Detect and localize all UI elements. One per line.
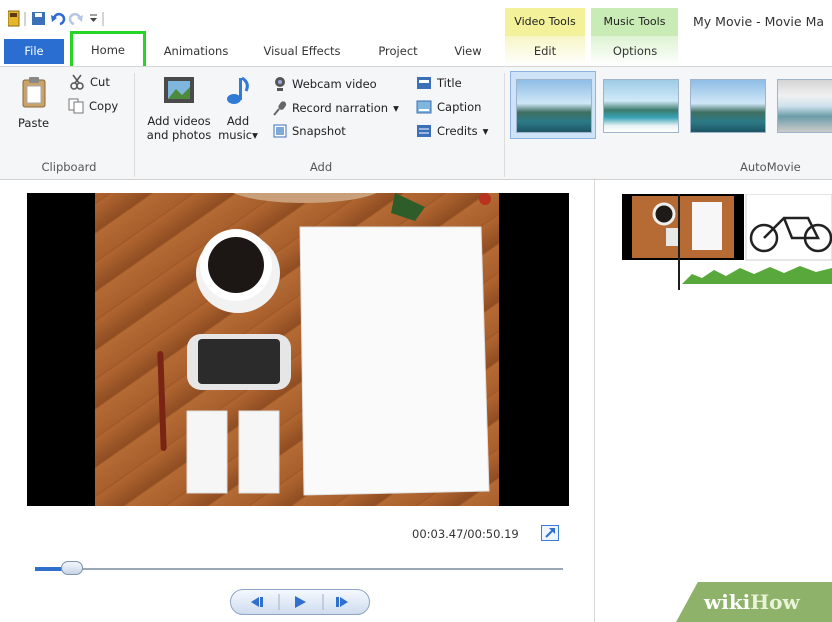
video-tools-header: Video Tools bbox=[505, 8, 585, 36]
webcam-video-label: Webcam video bbox=[292, 77, 377, 91]
microphone-icon bbox=[273, 101, 287, 116]
paper-sheet bbox=[299, 226, 490, 496]
tab-home[interactable]: Home bbox=[70, 31, 146, 69]
bowl-shape bbox=[233, 193, 377, 203]
watermark-how: How bbox=[750, 590, 800, 614]
tab-visual-effects[interactable]: Visual Effects bbox=[256, 40, 348, 62]
automovie-theme-thumbnail[interactable] bbox=[690, 79, 766, 133]
webcam-video-button[interactable]: Webcam video bbox=[273, 76, 377, 92]
add-videos-label-2: and photos bbox=[146, 128, 212, 142]
preview-image bbox=[157, 193, 491, 496]
paste-button[interactable]: Paste bbox=[18, 75, 50, 130]
playback-controls bbox=[230, 589, 370, 615]
tab-options[interactable]: Options bbox=[603, 40, 667, 62]
caption-button[interactable]: Caption bbox=[416, 100, 481, 114]
coffee bbox=[208, 237, 264, 293]
paste-icon bbox=[22, 77, 46, 108]
clip-phone bbox=[666, 228, 680, 246]
tab-edit[interactable]: Edit bbox=[518, 40, 572, 62]
record-narration-label: Record narration bbox=[292, 101, 389, 115]
window-title: My Movie - Movie Ma bbox=[693, 14, 825, 29]
add-videos-button[interactable]: Add videos and photos bbox=[146, 75, 212, 142]
play-icon[interactable] bbox=[295, 596, 306, 608]
snapshot-button[interactable]: Snapshot bbox=[273, 124, 346, 138]
audio-waveform bbox=[682, 266, 832, 284]
quick-access-toolbar bbox=[7, 10, 148, 31]
tab-project[interactable]: Project bbox=[372, 40, 424, 62]
title-button[interactable]: Title bbox=[416, 76, 462, 90]
add-group-label: Add bbox=[309, 160, 333, 174]
credits-icon bbox=[417, 125, 431, 137]
title-label: Title bbox=[437, 76, 462, 90]
clip-paper bbox=[692, 202, 722, 250]
ribbon: Paste Cut Copy Clipboard Add videos and … bbox=[0, 66, 832, 180]
dropdown-arrow-icon: ▾ bbox=[252, 128, 258, 142]
preview-frame bbox=[95, 193, 499, 506]
expand-icon bbox=[545, 528, 555, 538]
record-narration-button[interactable]: Record narration ▾ bbox=[273, 100, 399, 116]
dropdown-arrow-icon[interactable]: ▾ bbox=[393, 101, 399, 115]
add-music-label-2: music▾ bbox=[216, 128, 260, 142]
paste-label: Paste bbox=[18, 116, 50, 130]
watermark-logo: wikiHow bbox=[704, 590, 800, 614]
music-tools-header: Music Tools bbox=[591, 8, 678, 36]
card-left bbox=[186, 410, 228, 494]
leaf-shape bbox=[391, 193, 425, 221]
music-note-icon bbox=[227, 76, 249, 104]
copy-button[interactable]: Copy bbox=[68, 98, 118, 114]
tab-file[interactable]: File bbox=[4, 39, 64, 64]
clip-cup bbox=[652, 202, 676, 226]
dropdown-arrow-icon[interactable]: ▾ bbox=[483, 124, 489, 138]
ribbon-separator bbox=[134, 73, 135, 177]
tab-view[interactable]: View bbox=[446, 40, 490, 62]
seek-bar[interactable] bbox=[35, 568, 563, 570]
scissors-icon bbox=[70, 74, 84, 90]
berry-shape bbox=[479, 193, 491, 205]
cut-button[interactable]: Cut bbox=[70, 74, 110, 90]
credits-label: Credits bbox=[437, 124, 478, 138]
automovie-theme-thumbnail[interactable] bbox=[516, 79, 592, 133]
phone-screen bbox=[198, 339, 280, 384]
card-right bbox=[238, 410, 280, 494]
playback-icons bbox=[251, 594, 348, 610]
undo-icon[interactable] bbox=[51, 12, 66, 26]
next-frame-icon[interactable] bbox=[336, 597, 348, 607]
automovie-group-label: AutoMovie bbox=[740, 160, 801, 174]
credits-button[interactable]: Credits ▾ bbox=[416, 124, 488, 138]
pen bbox=[157, 351, 167, 451]
cut-label: Cut bbox=[90, 75, 110, 89]
title-icon bbox=[417, 77, 431, 89]
redo-icon[interactable] bbox=[68, 12, 83, 26]
add-videos-label-1: Add videos bbox=[147, 114, 211, 128]
film-photo-icon bbox=[164, 77, 194, 103]
automovie-theme-thumbnail[interactable] bbox=[777, 79, 832, 133]
caption-label: Caption bbox=[437, 100, 482, 114]
previous-frame-icon[interactable] bbox=[251, 597, 263, 607]
caption-icon bbox=[416, 100, 432, 114]
add-music-label-1: Add bbox=[226, 114, 250, 128]
copy-icon bbox=[68, 98, 84, 114]
tab-animations[interactable]: Animations bbox=[156, 40, 236, 62]
preview-monitor bbox=[27, 193, 569, 506]
playback-timecode: 00:03.47/00:50.19 bbox=[412, 527, 519, 541]
fullscreen-button[interactable] bbox=[541, 525, 559, 541]
snapshot-label: Snapshot bbox=[292, 124, 346, 138]
ribbon-separator bbox=[504, 73, 505, 177]
add-music-button[interactable]: Add music▾ bbox=[216, 75, 260, 142]
save-icon[interactable] bbox=[32, 12, 45, 25]
storyboard bbox=[622, 192, 832, 290]
clipboard-group-label: Clipboard bbox=[41, 160, 97, 174]
pane-divider[interactable] bbox=[594, 178, 595, 622]
webcam-icon bbox=[275, 77, 285, 91]
watermark-wiki: wiki bbox=[704, 590, 751, 614]
seek-bar-thumb[interactable] bbox=[60, 561, 83, 575]
storyboard-clips bbox=[622, 192, 832, 290]
copy-label: Copy bbox=[89, 99, 119, 113]
automovie-theme-thumbnail[interactable] bbox=[603, 79, 679, 133]
app-icon[interactable] bbox=[7, 10, 20, 27]
add-music-label-text: music bbox=[218, 128, 253, 142]
snapshot-icon bbox=[273, 124, 287, 138]
qat-icons bbox=[7, 10, 104, 27]
customize-icon[interactable] bbox=[90, 14, 97, 22]
